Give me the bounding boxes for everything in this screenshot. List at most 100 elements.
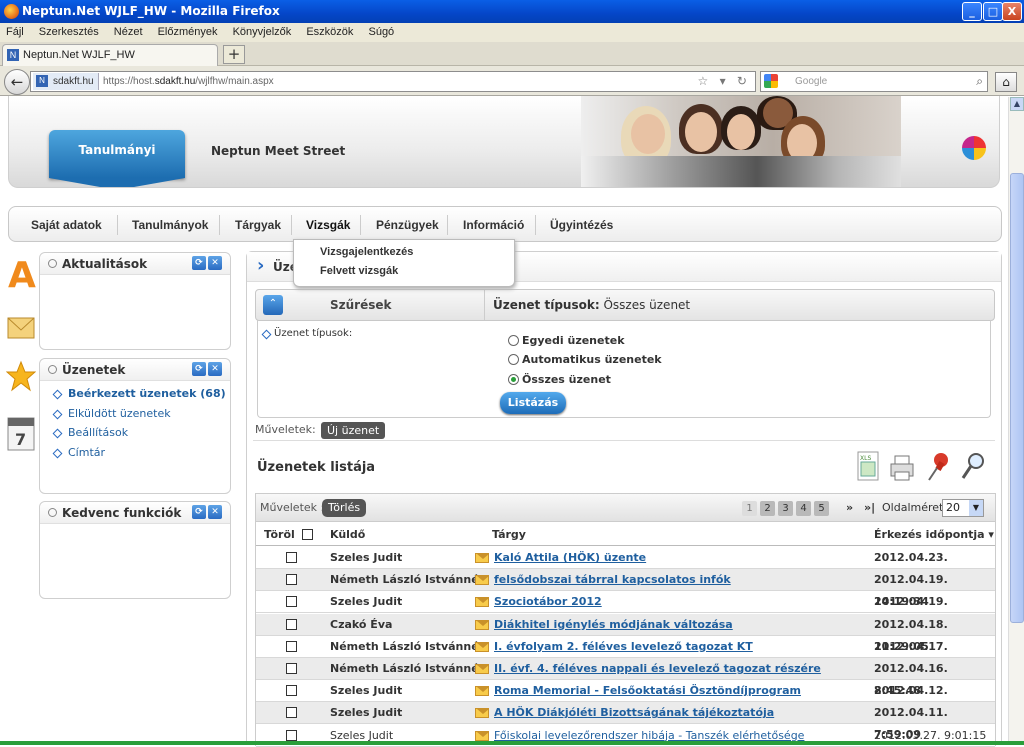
menu-history[interactable]: Előzmények [158,26,218,38]
page-header: Tanulmányi rendszer Neptun Meet Street [8,96,1000,188]
aktualitasok-box: Aktualitások ⟳ ✕ [39,252,231,350]
page-4[interactable]: 4 [796,501,811,516]
delete-button[interactable]: Törlés [322,499,367,517]
row-checkbox[interactable] [286,618,297,630]
nav-sajat-adatok[interactable]: Saját adatok [31,207,102,243]
row-subject-link[interactable]: II. évf. 4. féléves nappali és levelező … [494,658,821,680]
select-all-checkbox[interactable] [302,529,313,540]
menu-help[interactable]: Súgó [368,26,394,38]
uzenetek-title: Üzenetek [62,363,126,377]
row-checkbox[interactable] [286,729,297,741]
nav-tanulmanyok[interactable]: Tanulmányok [132,207,208,243]
table-row[interactable]: Szeles Judit Szociotábor 2012 2012.04.19. … [256,591,995,630]
col-subject[interactable]: Tárgy [492,524,526,546]
row-checkbox[interactable] [286,596,297,608]
row-checkbox[interactable] [286,574,297,586]
search-icon[interactable]: ⌕ [976,72,983,91]
close-icon[interactable]: ✕ [208,505,222,519]
collapse-toggle-icon[interactable]: ⌃ [263,295,283,315]
table-row[interactable]: Németh László Istvánné I. évfolyam 2. fél… [256,636,995,675]
next-page-icon[interactable]: » [846,494,853,522]
refresh-icon[interactable]: ⟳ [192,505,206,519]
refresh-icon[interactable]: ⟳ [192,256,206,270]
menu-file[interactable]: Fájl [6,26,24,38]
nav-penzugyek[interactable]: Pénzügyek [376,207,439,243]
nav-targyak[interactable]: Tárgyak [235,207,281,243]
calendar-icon[interactable]: 7 [6,414,36,452]
row-checkbox[interactable] [286,640,297,652]
row-subject-link[interactable]: felsődobszai tábrral kapcsolatos infók [494,569,731,591]
meet-street-link[interactable]: Neptun Meet Street [211,144,345,158]
radio-automatikus[interactable]: Automatikus üzenetek [508,353,662,366]
col-sender[interactable]: Küldő [330,524,365,546]
menu-tools[interactable]: Eszközök [306,26,353,38]
row-checkbox[interactable] [286,663,297,674]
menu-edit[interactable]: Szerkesztés [39,26,99,38]
pin-icon[interactable] [925,450,953,484]
row-subject-link[interactable]: Roma Memorial - Felsőoktatási Ösztöndíjp… [494,680,801,702]
last-page-icon[interactable]: »| [864,494,875,522]
row-checkbox[interactable] [286,685,297,697]
row-subject-link[interactable]: Diákhitel igénylés módjának változása [494,614,733,636]
messages-panel: Üzenetek ⌃ Szűrések Üzenet típusok: Össz… [246,251,1002,747]
page-1[interactable]: 1 [742,501,757,516]
sidebar-item-beallitasok[interactable]: Beállítások [52,426,230,446]
tanulmanyi-rendszer-button[interactable]: Tanulmányi rendszer [49,130,185,187]
site-identity-badge[interactable]: Nsdakft.hu [33,73,99,90]
listazas-button[interactable]: Listázás [500,392,566,414]
maximize-button[interactable]: □ [983,2,1003,21]
table-row[interactable]: Czakó Éva Diákhitel igénylés módjának vál… [256,613,995,653]
print-icon[interactable] [889,450,917,484]
menu-view[interactable]: Nézet [114,26,143,38]
menu-item-felvett-vizsgak[interactable]: Felvett vizsgák [320,265,398,277]
star-icon[interactable] [5,358,37,396]
refresh-icon[interactable]: ⟳ [192,362,206,376]
row-checkbox[interactable] [286,707,297,719]
row-subject-link[interactable]: Szociotábor 2012 [494,591,602,613]
table-row[interactable]: Németh László Istvánné II. évf. 4. féléve… [256,658,995,697]
sidebar-item-cimtar[interactable]: Címtár [52,446,230,466]
minimize-button[interactable]: _ [962,2,982,21]
magnifier-icon[interactable] [959,450,987,484]
nav-vizsgak[interactable]: Vizsgák [306,207,350,243]
radio-egyedi[interactable]: Egyedi üzenetek [508,334,625,347]
envelope-icon[interactable] [6,308,36,346]
bookmark-star-icon[interactable]: ☆ ▾ ↻ [697,72,751,91]
font-a-icon[interactable]: A [6,254,36,296]
table-row[interactable]: Szeles Judit Roma Memorial - Felsőoktatás… [256,680,995,719]
home-button[interactable]: ⌂ [995,72,1017,92]
row-subject-link[interactable]: Kaló Attila (HÖK) üzente [494,547,646,569]
row-subject-link[interactable]: I. évfolyam 2. féléves levelező tagozat … [494,636,753,658]
radio-osszes[interactable]: Összes üzenet [508,373,611,386]
menu-item-vizsgajelentkezes[interactable]: Vizsgajelentkezés [320,246,413,258]
menu-bookmarks[interactable]: Könyvjelzők [233,26,292,38]
url-bar[interactable]: Nsdakft.hu https://host.sdakft.hu/wjlfhw… [30,71,756,92]
new-message-button[interactable]: Új üzenet [321,422,386,439]
scrollbar-thumb[interactable] [1010,173,1024,623]
table-row[interactable]: Németh László Istvánné felsődobszai tábrr… [256,569,995,608]
table-row[interactable]: Szeles Judit Kaló Attila (HÖK) üzente 2012… [256,547,995,586]
vertical-scrollbar[interactable]: ▲ [1008,97,1024,745]
browser-tab[interactable]: N Neptun.Net WJLF_HW [2,44,218,66]
sidebar-item-elkuldott[interactable]: Elküldött üzenetek [52,407,230,427]
excel-export-icon[interactable]: XLS [855,450,883,484]
close-icon[interactable]: ✕ [208,256,222,270]
back-button[interactable]: ← [4,69,30,95]
new-tab-button[interactable]: + [223,45,245,64]
table-row[interactable]: Szeles Judit A HÖK Diákjóléti Bizottságán… [256,702,995,741]
row-checkbox[interactable] [286,552,297,563]
nav-informacio[interactable]: Információ [463,207,524,243]
close-button[interactable]: X [1002,2,1022,21]
close-icon[interactable]: ✕ [208,362,222,376]
page-3[interactable]: 3 [778,501,793,516]
page-size-select[interactable]: 20 ▼ [942,499,984,517]
color-ball-icon[interactable] [962,136,986,160]
page-2[interactable]: 2 [760,501,775,516]
nav-ugyintezes[interactable]: Ügyintézés [550,207,613,243]
col-date[interactable]: Érkezés időpontja ▾ [874,524,994,546]
sidebar-item-beerkezett[interactable]: Beérkezett üzenetek (68) [52,387,230,407]
scroll-up-icon[interactable]: ▲ [1010,97,1024,111]
search-input[interactable]: Google ⌕ [760,71,988,92]
row-subject-link[interactable]: A HÖK Diákjóléti Bizottságának tájékozta… [494,702,774,724]
page-5[interactable]: 5 [814,501,829,516]
